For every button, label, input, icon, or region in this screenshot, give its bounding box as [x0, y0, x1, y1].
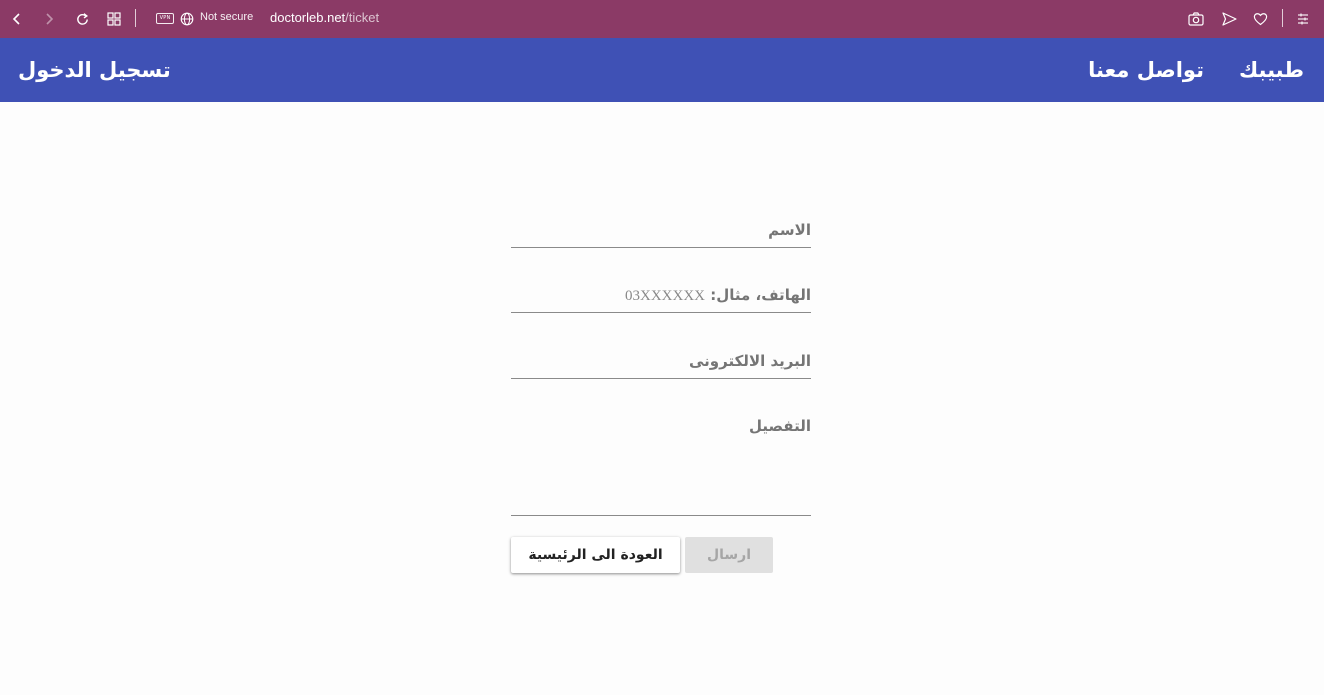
toolbar-divider: [1282, 9, 1283, 27]
phone-field[interactable]: الهاتف، مثال: 03XXXXXX: [511, 265, 811, 313]
phone-label: الهاتف، مثال: 03XXXXXX: [625, 286, 811, 305]
menu-icon[interactable]: [1293, 9, 1313, 29]
name-label: الاسم: [768, 221, 811, 239]
back-icon[interactable]: [7, 9, 27, 29]
email-field[interactable]: البريد الالكترونى: [511, 331, 811, 379]
back-home-button[interactable]: العودة الى الرئيسية: [511, 537, 680, 573]
send-button[interactable]: ارسال: [685, 537, 773, 573]
heart-icon[interactable]: [1250, 9, 1270, 29]
name-field[interactable]: الاسم: [511, 200, 811, 248]
phone-label-text: الهاتف، مثال:: [710, 286, 811, 304]
url-host: doctorleb.net: [270, 10, 346, 25]
send-icon[interactable]: [1219, 9, 1239, 29]
phone-hint: 03XXXXXX: [624, 288, 705, 304]
email-label: البريد الالكترونى: [689, 352, 811, 370]
reload-icon[interactable]: [72, 9, 92, 29]
toolbar-divider: [135, 9, 136, 27]
details-field[interactable]: التفصيل: [511, 396, 811, 516]
app-header: طبيبك تواصل معنا تسجيل الدخول: [0, 38, 1324, 102]
address-bar[interactable]: doctorleb.net/ticket: [270, 10, 379, 25]
browser-toolbar: VPN Not secure doctorleb.net/ticket: [0, 0, 1324, 38]
globe-icon[interactable]: [177, 9, 197, 29]
vpn-badge[interactable]: VPN: [156, 13, 174, 24]
tabs-grid-icon[interactable]: [104, 9, 124, 29]
details-label: التفصيل: [749, 417, 811, 435]
forward-icon[interactable]: [39, 9, 59, 29]
contact-link[interactable]: تواصل معنا: [1088, 38, 1204, 102]
security-status[interactable]: Not secure: [200, 11, 253, 23]
camera-icon[interactable]: [1186, 9, 1206, 29]
brand-link[interactable]: طبيبك: [1239, 38, 1304, 102]
url-path: /ticket: [345, 10, 380, 25]
login-link[interactable]: تسجيل الدخول: [18, 38, 171, 102]
